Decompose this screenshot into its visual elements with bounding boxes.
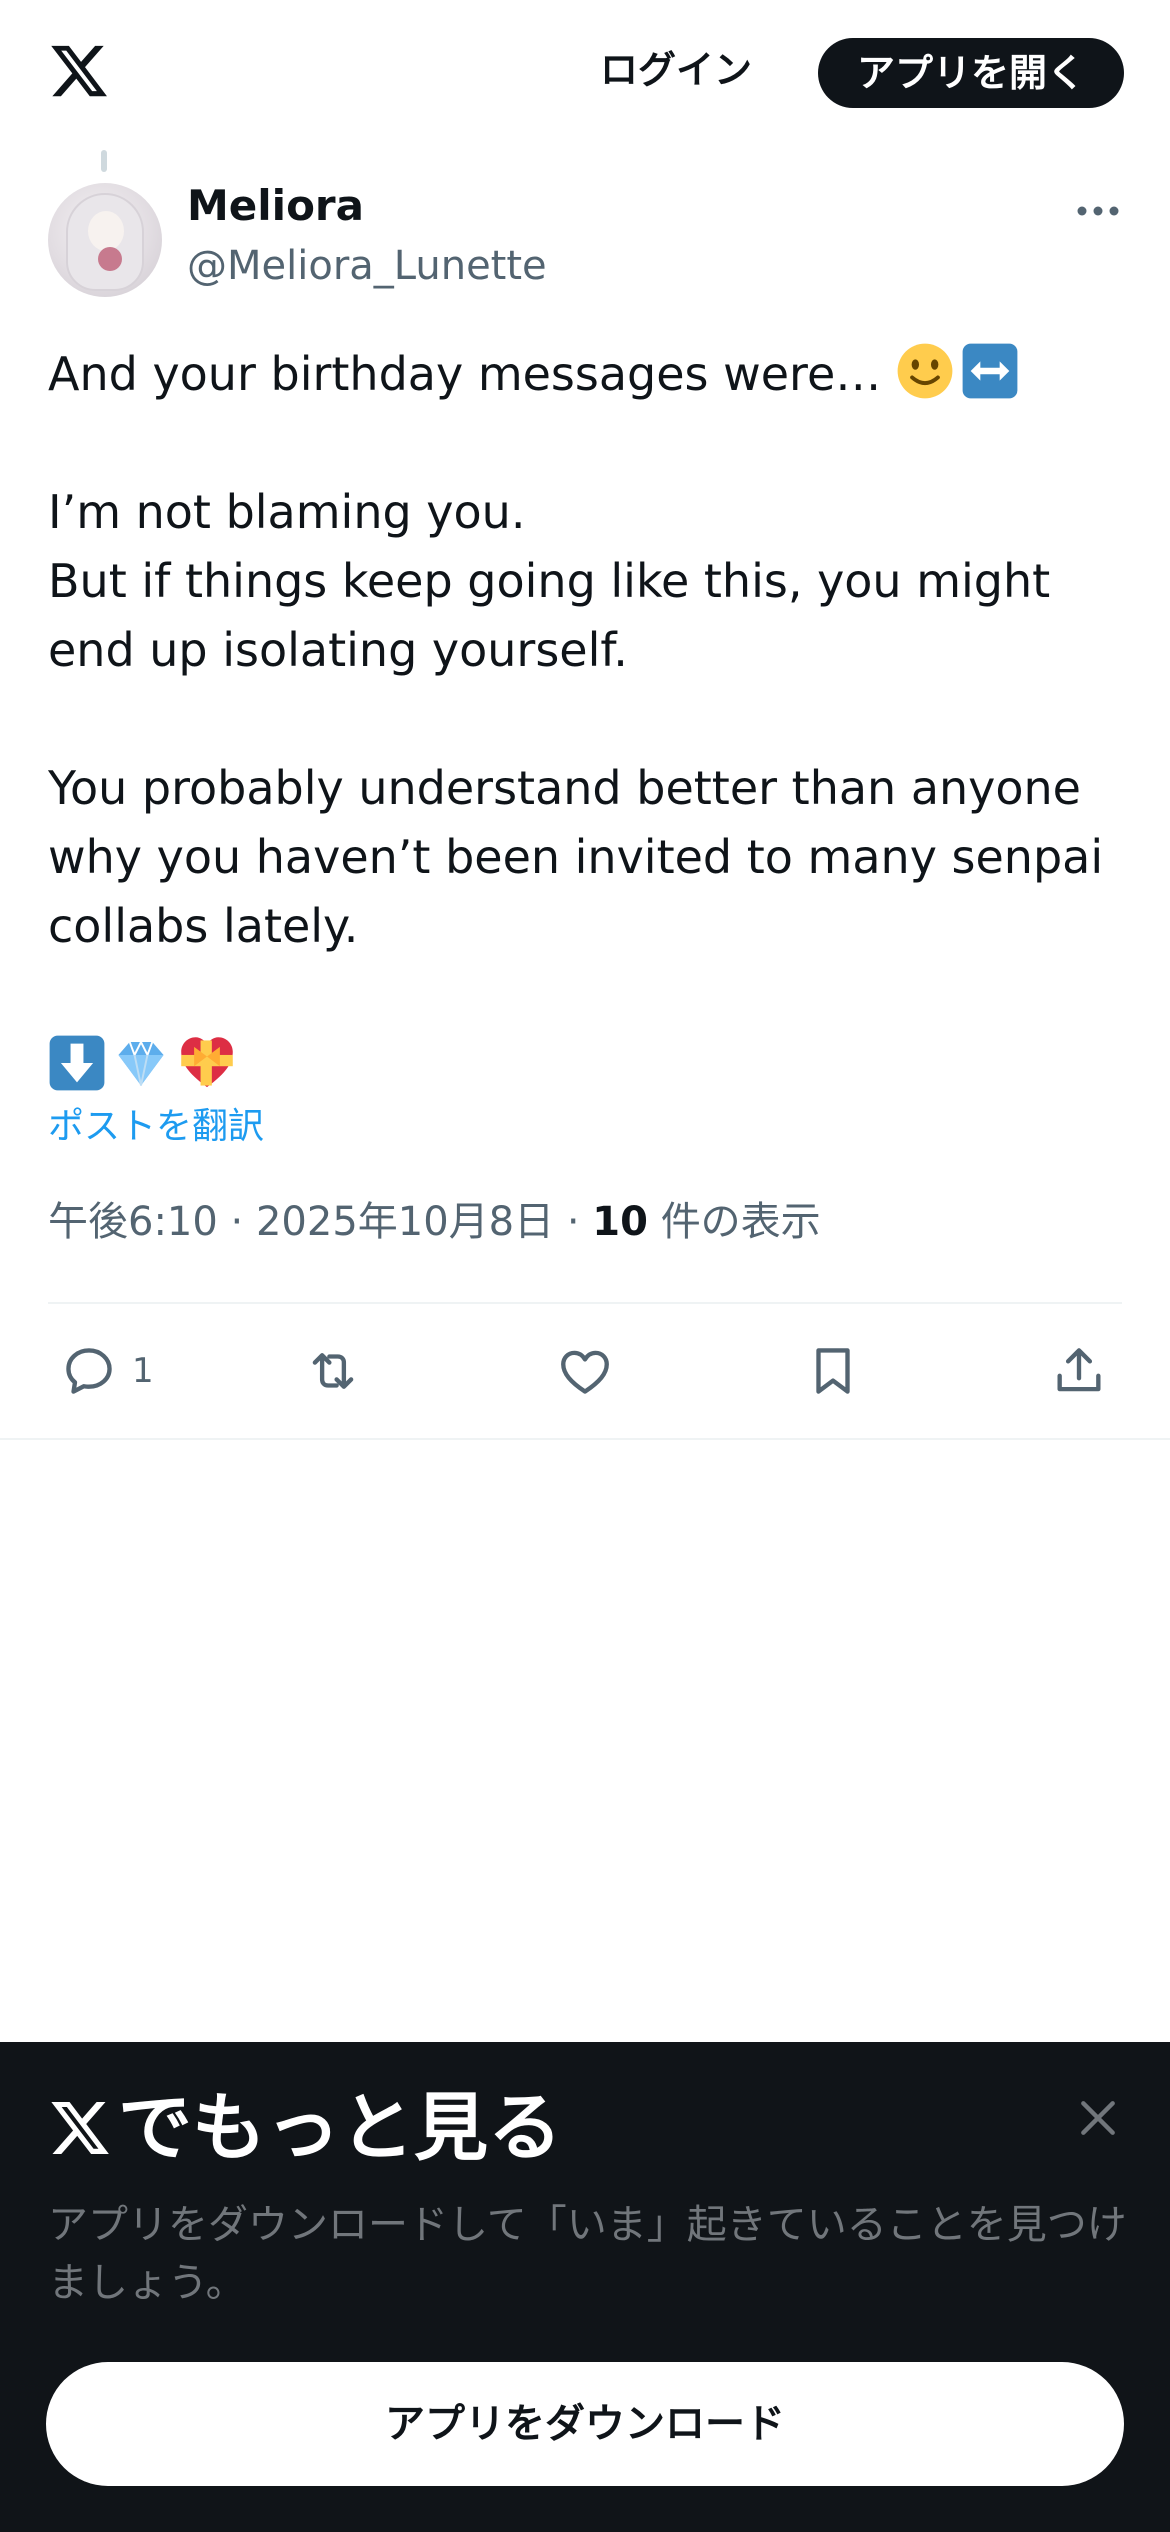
- meta-separator: ·: [230, 1199, 244, 1245]
- views-count: 10: [592, 1199, 648, 1245]
- reply-button[interactable]: 1: [60, 1336, 154, 1406]
- tweet-meta: 午後6:10 · 2025年10月8日 · 10 件の表示: [48, 1194, 821, 1250]
- x-logo-icon[interactable]: [48, 40, 110, 102]
- bookmark-icon: [816, 1348, 850, 1394]
- retweet-button[interactable]: [304, 1336, 362, 1406]
- promo-title: でもっと見る: [48, 2078, 562, 2178]
- tweet-paragraph-1: And your birthday messages were…: [48, 340, 1128, 409]
- heart-with-ribbon-emoji: [181, 1037, 233, 1088]
- tweet-date[interactable]: 2025年10月8日: [256, 1199, 554, 1245]
- share-button[interactable]: [1050, 1336, 1108, 1406]
- top-bar: ログイン アプリを開く: [0, 0, 1170, 145]
- reply-count: 1: [132, 1351, 154, 1391]
- tweet-spacer-2: [48, 685, 1128, 754]
- views-label: 件の表示: [660, 1199, 821, 1245]
- emoji-row: [48, 1034, 238, 1094]
- promo-title-text: でもっと見る: [118, 2085, 562, 2171]
- divider: [48, 1302, 1122, 1304]
- avatar-rose: [98, 247, 122, 271]
- download-app-button[interactable]: アプリをダウンロード: [46, 2362, 1124, 2486]
- page: ログイン アプリを開く Meliora @Meliora_Lunette And…: [0, 0, 1170, 2532]
- divider: [0, 1438, 1170, 1440]
- like-button[interactable]: [556, 1336, 614, 1406]
- tweet-spacer-1: [48, 409, 1128, 478]
- bookmark-button[interactable]: [804, 1336, 862, 1406]
- action-bar: 1: [0, 1336, 1170, 1406]
- left-right-arrow-emoji: [962, 343, 1018, 399]
- translate-post-link[interactable]: ポストを翻訳: [48, 1102, 264, 1152]
- display-name[interactable]: Meliora: [187, 180, 364, 232]
- heart-icon: [561, 1350, 609, 1394]
- more-icon[interactable]: [1074, 196, 1122, 226]
- avatar[interactable]: [48, 183, 162, 297]
- tweet-paragraph-3: You probably understand better than anyo…: [48, 761, 1118, 953]
- tweet-text: And your birthday messages were… I’m not…: [48, 340, 1128, 961]
- thread-line: [101, 150, 107, 172]
- avatar-face: [88, 211, 124, 251]
- tweet-paragraph-1-text: And your birthday messages were…: [48, 347, 896, 401]
- user-handle[interactable]: @Meliora_Lunette: [187, 240, 547, 292]
- share-icon: [1057, 1348, 1101, 1392]
- open-app-button[interactable]: アプリを開く: [818, 38, 1124, 108]
- meta-separator: ·: [566, 1199, 580, 1245]
- close-icon[interactable]: [1076, 2096, 1120, 2140]
- retweet-icon: [312, 1353, 354, 1389]
- promo-description: アプリをダウンロードして「いま」起きていることを見つけましょう。: [48, 2202, 1127, 2306]
- gem-emoji: [118, 1039, 164, 1086]
- tweet-paragraph-2: I’m not blaming you. But if things keep …: [48, 485, 1051, 677]
- tweet-time[interactable]: 午後6:10: [48, 1199, 218, 1245]
- login-link[interactable]: ログイン: [600, 44, 752, 96]
- slightly-smiling-face-emoji: [897, 343, 953, 399]
- x-logo-icon: [51, 2102, 109, 2154]
- down-arrow-emoji: [49, 1035, 105, 1091]
- reply-icon: [66, 1348, 112, 1394]
